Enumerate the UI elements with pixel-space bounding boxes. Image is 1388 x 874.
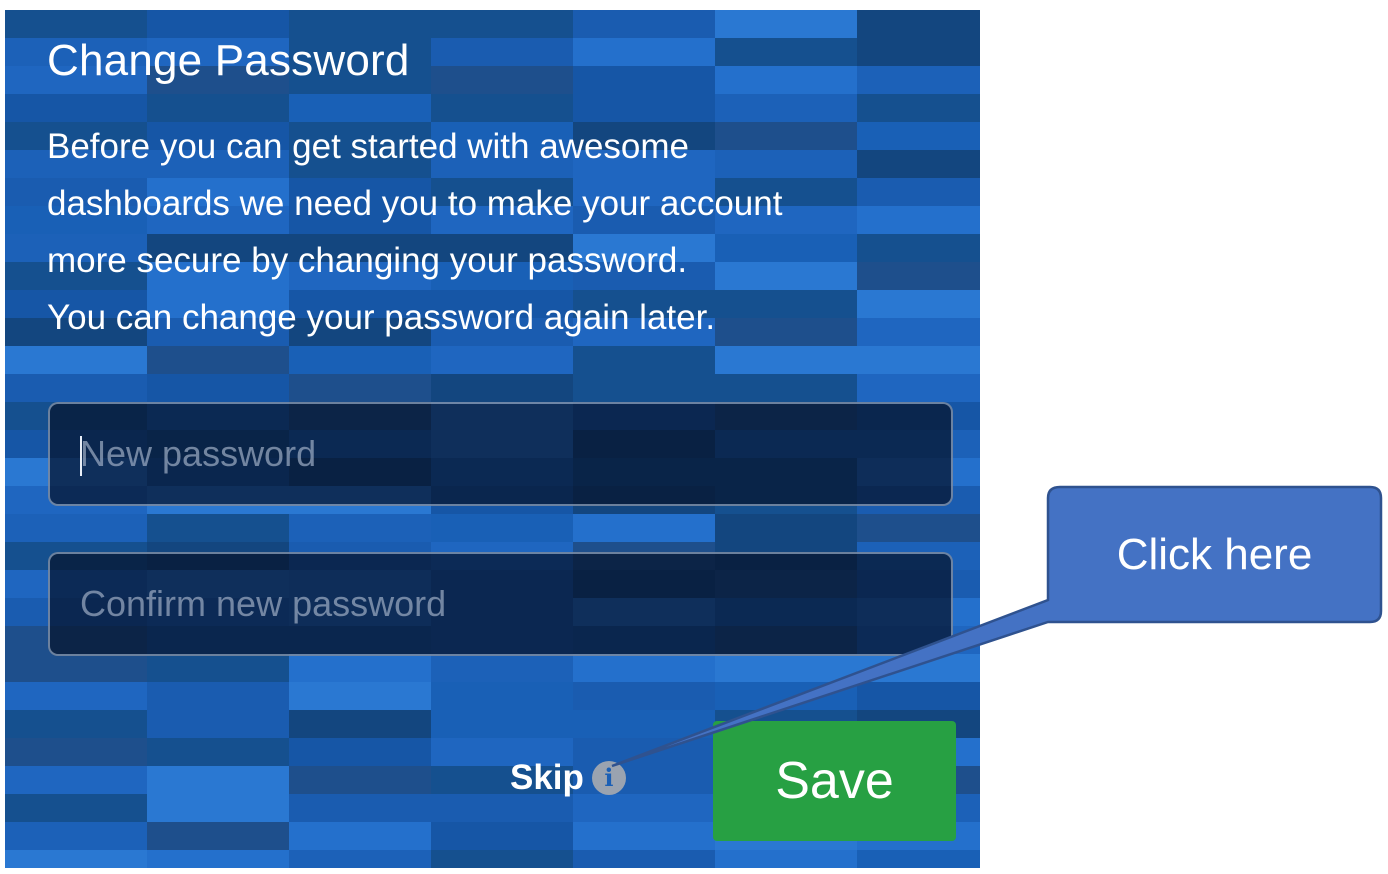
- page-title: Change Password: [47, 36, 410, 85]
- mosaic-tile: [5, 10, 148, 39]
- mosaic-tile: [147, 738, 290, 767]
- mosaic-tile: [573, 794, 716, 823]
- mosaic-tile: [431, 374, 574, 403]
- description-line: Before you can get started with awesome: [47, 127, 690, 166]
- confirm-password-input[interactable]: [48, 552, 953, 656]
- mosaic-tile: [857, 38, 980, 67]
- mosaic-tile: [431, 38, 574, 67]
- mosaic-tile: [573, 710, 716, 739]
- mosaic-tile: [289, 850, 432, 868]
- mosaic-tile: [857, 10, 980, 39]
- info-icon[interactable]: i: [591, 761, 626, 795]
- mosaic-tile: [573, 514, 716, 543]
- mosaic-tile: [147, 514, 290, 543]
- mosaic-tile: [5, 766, 148, 795]
- mosaic-tile: [431, 710, 574, 739]
- mosaic-tile: [147, 682, 290, 711]
- mosaic-tile: [147, 654, 290, 683]
- mosaic-tile: [5, 738, 148, 767]
- mosaic-tile: [5, 374, 148, 403]
- mosaic-tile: [289, 710, 432, 739]
- mosaic-tile: [715, 66, 858, 95]
- mosaic-tile: [573, 346, 716, 375]
- mosaic-tile: [857, 346, 980, 375]
- description-line: You can change your password again later…: [47, 298, 716, 337]
- mosaic-tile: [147, 10, 290, 39]
- mosaic-tile: [857, 654, 980, 683]
- mosaic-tile: [289, 822, 432, 851]
- mosaic-tile: [289, 766, 432, 795]
- text-cursor: [80, 436, 82, 476]
- mosaic-tile: [857, 66, 980, 95]
- mosaic-tile: [857, 850, 980, 868]
- mosaic-tile: [573, 850, 716, 868]
- mosaic-tile: [715, 346, 858, 375]
- mosaic-tile: [147, 850, 290, 868]
- change-password-panel: Change Password Before you can get start…: [5, 10, 980, 868]
- description-line: more secure by changing your password.: [47, 241, 688, 280]
- new-password-input[interactable]: [48, 402, 953, 506]
- mosaic-tile: [289, 794, 432, 823]
- mosaic-tile: [573, 374, 716, 403]
- skip-link[interactable]: Skip i: [510, 758, 626, 798]
- mosaic-tile: [715, 10, 858, 39]
- mosaic-tile: [573, 66, 716, 95]
- mosaic-tile: [431, 654, 574, 683]
- mosaic-tile: [289, 514, 432, 543]
- skip-label: Skip: [510, 758, 584, 797]
- mosaic-tile: [5, 710, 148, 739]
- mosaic-tile: [431, 682, 574, 711]
- mosaic-tile: [289, 346, 432, 375]
- mosaic-tile: [289, 654, 432, 683]
- mosaic-tile: [289, 738, 432, 767]
- mosaic-tile: [573, 682, 716, 711]
- mosaic-tile: [715, 682, 858, 711]
- mosaic-tile: [431, 850, 574, 868]
- save-button[interactable]: Save: [713, 721, 956, 841]
- mosaic-tile: [147, 822, 290, 851]
- mosaic-tile: [715, 514, 858, 543]
- mosaic-tile: [573, 822, 716, 851]
- mosaic-tile: [5, 794, 148, 823]
- mosaic-tile: [5, 346, 148, 375]
- mosaic-tile: [5, 850, 148, 868]
- description-text: Before you can get started with awesome …: [47, 118, 947, 346]
- mosaic-tile: [5, 514, 148, 543]
- mosaic-tile: [431, 822, 574, 851]
- mosaic-tile: [857, 514, 980, 543]
- mosaic-tile: [573, 38, 716, 67]
- mosaic-tile: [715, 374, 858, 403]
- mosaic-tile: [431, 514, 574, 543]
- description-line: dashboards we need you to make your acco…: [47, 184, 783, 223]
- mosaic-tile: [147, 766, 290, 795]
- mosaic-tile: [289, 682, 432, 711]
- mosaic-tile: [5, 654, 148, 683]
- callout-label: Click here: [1116, 529, 1313, 579]
- mosaic-tile: [715, 850, 858, 868]
- mosaic-tile: [147, 794, 290, 823]
- mosaic-tile: [5, 822, 148, 851]
- mosaic-tile: [147, 346, 290, 375]
- mosaic-tile: [431, 346, 574, 375]
- mosaic-tile: [857, 682, 980, 711]
- mosaic-tile: [431, 66, 574, 95]
- mosaic-tile: [147, 374, 290, 403]
- mosaic-tile: [431, 794, 574, 823]
- mosaic-tile: [5, 682, 148, 711]
- mosaic-tile: [147, 710, 290, 739]
- mosaic-tile: [573, 10, 716, 39]
- mosaic-tile: [857, 374, 980, 403]
- mosaic-tile: [431, 10, 574, 39]
- mosaic-tile: [573, 654, 716, 683]
- mosaic-tile: [289, 10, 432, 39]
- mosaic-tile: [715, 38, 858, 67]
- mosaic-tile: [289, 374, 432, 403]
- mosaic-tile: [715, 654, 858, 683]
